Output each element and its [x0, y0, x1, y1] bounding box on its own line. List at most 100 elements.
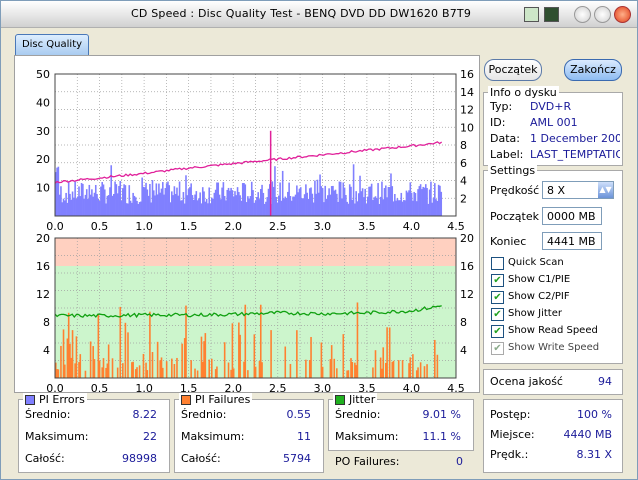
y-right-tick-label: 8	[460, 139, 467, 152]
chart-bar	[409, 357, 412, 378]
pi-errors-title: PI Errors	[39, 393, 85, 406]
chart-bar	[190, 360, 192, 378]
chart-bar	[151, 352, 154, 378]
quality-group: Ocena jakość 94	[483, 369, 623, 395]
end-mb-input[interactable]: 4441 MB	[542, 232, 602, 250]
save-icon[interactable]	[524, 7, 539, 22]
chart-0: 0.0 0.5 1.0 1.5 2.0 2.5 3.0 3.5 4.0 4.55040302010…	[36, 68, 474, 233]
y-left-tick-label: 50	[36, 68, 50, 81]
chart-bar	[330, 345, 333, 378]
quality-label: Ocena jakość	[490, 375, 563, 388]
x-tick-label: 2.5	[269, 382, 287, 392]
chart-bar	[426, 364, 428, 378]
chart-bar	[93, 359, 96, 378]
chart-bar	[417, 367, 419, 378]
y-right-tick-label: 4	[460, 175, 467, 188]
x-tick-label: 1.0	[135, 382, 153, 392]
chart-bar	[116, 367, 119, 378]
stat-label: Całość:	[25, 452, 65, 465]
disc-info-label: Data:	[490, 132, 520, 145]
y-right-tick-label: 12	[460, 288, 474, 301]
y-right-tick-label: 8	[460, 316, 467, 329]
progress-group: Postęp: 100 % Miejsce: 4440 MB Prędk.: 8.31 X	[483, 399, 623, 473]
chart-bar	[227, 362, 230, 378]
chart-bar	[351, 362, 354, 378]
chart-bar	[397, 360, 400, 378]
chart-bar	[208, 359, 210, 378]
stat-label: Maksimum:	[335, 430, 399, 443]
chart-bar	[89, 341, 92, 378]
checkbox[interactable]: ✔	[491, 308, 504, 321]
checkbox[interactable]	[491, 257, 504, 270]
chart-bar	[289, 363, 292, 378]
y-right-tick-label: 2	[460, 192, 467, 205]
close-button[interactable]	[614, 6, 631, 23]
options-icon[interactable]	[544, 7, 559, 22]
chart-bar	[440, 191, 443, 216]
y-right-tick-label: 4	[460, 344, 467, 357]
disc-info-label: Label:	[490, 148, 524, 161]
progress-value: 4440 MB	[563, 428, 612, 441]
chart-bar	[336, 368, 338, 378]
chart-bar	[79, 354, 82, 378]
tab-disc-quality[interactable]: Disc Quality	[15, 34, 89, 56]
stat-value: 9.01 %	[422, 408, 461, 421]
jitter-group: Jitter Średnio: 9.01 % Maksimum: 11.1 %	[328, 393, 474, 451]
y-right-tick-label: 16	[460, 260, 474, 273]
chart-bar	[107, 344, 110, 378]
start-button[interactable]: Początek	[484, 59, 542, 81]
pi-errors-color-icon	[25, 394, 35, 405]
pi-failures-color-icon	[181, 394, 191, 405]
disc-info-value: DVD+R	[530, 100, 572, 113]
stat-value: 11	[297, 430, 311, 443]
chart-bar	[138, 365, 141, 378]
checkbox[interactable]: ✔	[491, 274, 504, 287]
stat-label: Maksimum:	[25, 430, 89, 443]
x-tick-label: 0.5	[91, 220, 109, 233]
pi-failures-group: PI Failures Średnio: 0.55 Maksimum: 11 Całoś…	[174, 393, 324, 473]
stop-button[interactable]: Zakończ	[564, 59, 622, 81]
x-tick-label: 1.5	[180, 382, 198, 392]
po-failures-value: 0	[456, 455, 463, 468]
x-tick-label: 4.5	[447, 382, 465, 392]
checkbox[interactable]: ✔	[491, 291, 504, 304]
chart-bar	[310, 336, 312, 378]
progress-value: 8.31 X	[576, 448, 612, 461]
chart-bar	[181, 343, 183, 378]
chart-bar	[176, 357, 178, 378]
stat-value: 22	[143, 430, 157, 443]
speed-select[interactable]: 8 X ▲▼	[542, 181, 614, 199]
chart-bar	[194, 368, 196, 378]
stat-value: 0.55	[286, 408, 312, 421]
checkbox-label: Show Read Speed	[508, 325, 598, 336]
chart-bar	[382, 347, 385, 378]
chart-bar	[142, 353, 145, 378]
x-tick-label: 3.5	[358, 220, 376, 233]
checkbox[interactable]: ✔	[491, 325, 504, 338]
chart-bar	[156, 341, 159, 378]
checkbox[interactable]: ✔	[491, 342, 504, 355]
jitter-title: Jitter	[349, 393, 376, 406]
chart-bar	[356, 302, 359, 378]
start-mb-input[interactable]: 0000 MB	[542, 207, 602, 225]
checkbox-label: Show Write Speed	[508, 342, 600, 353]
chart-bar	[84, 370, 87, 378]
disc-info-value: AML 001	[530, 116, 578, 129]
chart-bar	[196, 370, 199, 378]
disc-info-label: Typ:	[490, 100, 513, 113]
settings-group: Settings Prędkość 8 X ▲▼ Początek 0000 M…	[483, 164, 623, 364]
disc-info-title: Info o dysku	[488, 86, 559, 99]
chart-bar	[223, 342, 226, 378]
chevron-down-icon[interactable]: ▲▼	[598, 182, 613, 198]
chart-bar	[232, 368, 235, 378]
chart-bar	[386, 327, 388, 378]
maximize-button[interactable]	[594, 6, 611, 23]
x-tick-label: 3.5	[358, 382, 376, 392]
minimize-button[interactable]	[574, 6, 591, 23]
chart-bar	[146, 370, 149, 378]
chart-band	[55, 238, 456, 266]
app-window: CD Speed : Disc Quality Test - BENQ DVD …	[0, 0, 638, 480]
progress-label: Prędk.:	[490, 448, 529, 461]
chart-1: 0.0 0.5 1.0 1.5 2.0 2.5 3.0 3.5 4.0 4.5 20 16 12 8 4 20…	[36, 232, 474, 395]
chart-bar	[372, 367, 374, 378]
